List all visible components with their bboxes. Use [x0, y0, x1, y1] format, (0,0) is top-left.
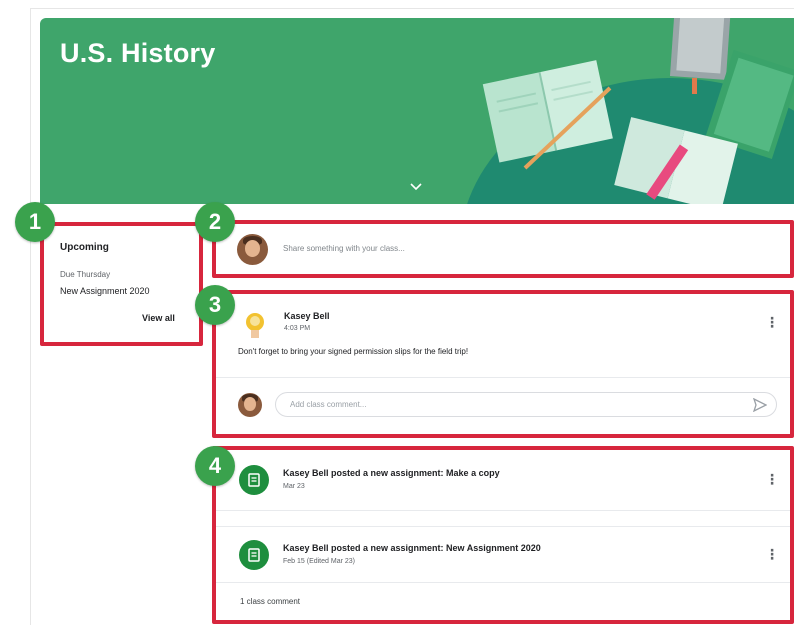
step-badge-3: 3 — [195, 285, 235, 325]
send-icon[interactable] — [752, 397, 768, 417]
step-badge-1: 1 — [15, 202, 55, 242]
step-badge-4: 4 — [195, 446, 235, 486]
assignment-divider — [216, 510, 790, 511]
post-time: 4:03 PM — [284, 325, 311, 332]
chevron-down-icon[interactable] — [410, 178, 422, 194]
post-author: Kasey Bell — [284, 311, 330, 321]
course-title: U.S. History — [60, 38, 216, 68]
banner-illustration — [482, 18, 794, 204]
upcoming-highlight — [40, 222, 203, 346]
more-vert-icon[interactable]: ⋮ — [765, 472, 779, 486]
assignment-title[interactable]: Kasey Bell posted a new assignment: Make… — [283, 468, 500, 478]
upcoming-assignment-link[interactable]: New Assignment 2020 — [60, 286, 150, 296]
assignment-date: Feb 15 (Edited Mar 23) — [283, 558, 355, 565]
assignment-date: Mar 23 — [283, 483, 305, 490]
class-comment-count[interactable]: 1 class comment — [240, 597, 300, 606]
user-avatar — [237, 234, 268, 265]
more-vert-icon[interactable]: ⋮ — [765, 547, 779, 561]
share-input[interactable]: Share something with your class... — [283, 244, 405, 253]
assignment-icon — [239, 465, 269, 495]
post-body: Don't forget to bring your signed permis… — [238, 347, 469, 356]
post-divider — [216, 377, 790, 378]
comment-placeholder: Add class comment... — [290, 400, 367, 409]
upcoming-due-date: Due Thursday — [60, 270, 111, 279]
class-comment-input[interactable]: Add class comment... — [275, 392, 777, 417]
upcoming-title: Upcoming — [60, 242, 109, 253]
more-vert-icon[interactable]: ⋮ — [765, 315, 779, 329]
assignment-divider — [216, 526, 790, 527]
view-all-link[interactable]: View all — [142, 313, 175, 323]
step-badge-2: 2 — [195, 202, 235, 242]
assignment-icon — [239, 540, 269, 570]
author-avatar — [238, 306, 272, 340]
commenter-avatar — [238, 393, 262, 417]
assignment-divider — [216, 582, 790, 583]
class-banner: U.S. History — [40, 18, 794, 204]
assignment-title[interactable]: Kasey Bell posted a new assignment: New … — [283, 543, 541, 553]
